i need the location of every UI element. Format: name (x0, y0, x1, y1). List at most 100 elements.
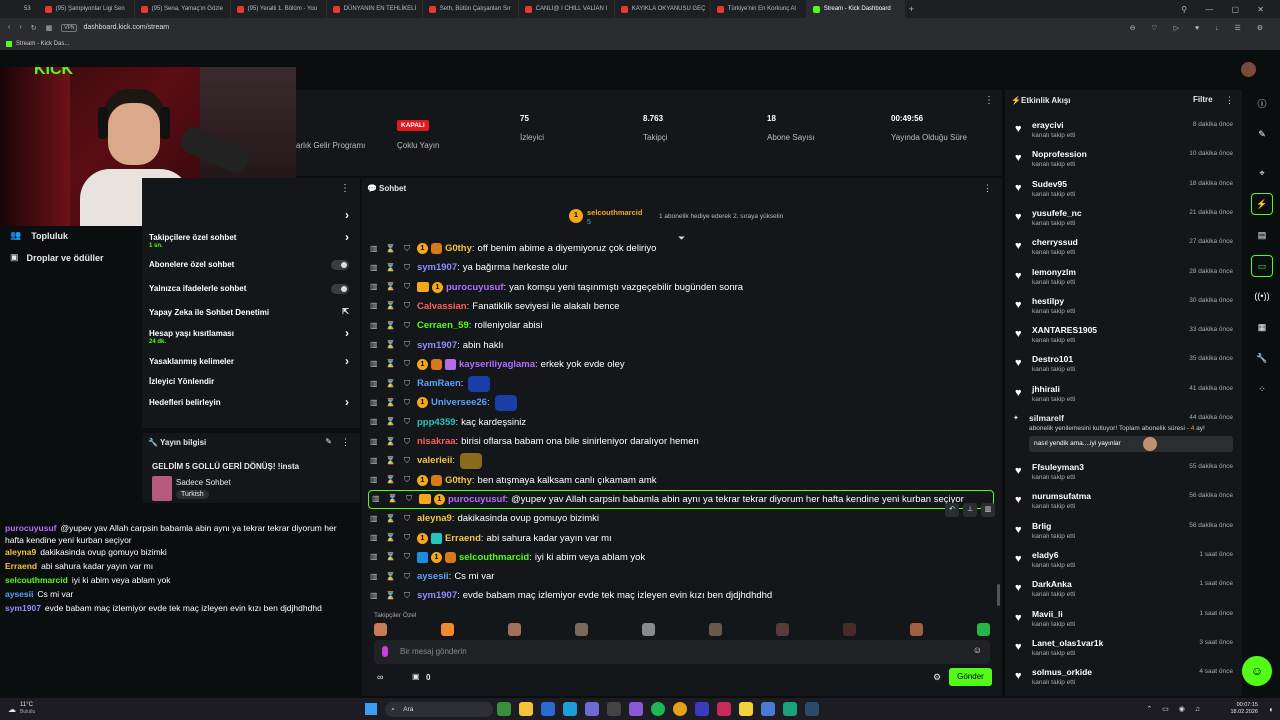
chat-username[interactable]: G0thy (445, 475, 472, 486)
chat-message[interactable]: ▥ ⌛ ⛉ sym1907: abin haklı (370, 336, 990, 355)
activity-item[interactable]: ♥ solmus_orkide kanalı takip etti 4 saat ön… (1013, 664, 1235, 693)
mod-action-icons[interactable]: ▥ ⌛ ⛉ (370, 572, 413, 582)
chat-username[interactable]: aleyna9 (417, 513, 452, 524)
reply-icon[interactable]: ↶ (945, 503, 959, 517)
activity-item[interactable]: ♥ Lanet_olas1var1k kanalı takip etti 3 saat… (1013, 635, 1235, 664)
layout-icon[interactable]: ▦ (1251, 316, 1273, 338)
viewer-avatar[interactable] (977, 623, 990, 636)
mod-action-icons[interactable]: ▥ ⌛ ⛉ (370, 456, 413, 466)
chat-username[interactable]: sym1907 (417, 590, 457, 601)
viewer-avatar[interactable] (374, 623, 387, 636)
broadcast-icon[interactable]: ((•)) (1251, 285, 1273, 307)
toggle-switch[interactable] (331, 260, 349, 270)
mod-action-icons[interactable]: ▥ ⌛ ⛉ (370, 514, 413, 524)
settings-row[interactable]: İzleyici Yönlendir (149, 377, 355, 386)
gift-icon[interactable]: ▣ (412, 672, 420, 681)
tab[interactable]: (95) Şampiyonlar Ligi Sen (39, 0, 135, 18)
chat-username[interactable]: RamRaen (417, 378, 461, 389)
tab[interactable]: CANLI@ I CHILL VALİAN I (519, 0, 615, 18)
chat-username[interactable]: Erraend (445, 533, 481, 544)
viewer-avatar[interactable] (508, 623, 521, 636)
pin-icon[interactable]: ⊥ (963, 503, 977, 517)
chat-username[interactable]: nisakraa (417, 436, 456, 447)
activity-item[interactable]: ♥ DarkAnka kanalı takip etti 1 saat önce (1013, 576, 1235, 605)
more-icon[interactable]: ⋮ (983, 183, 992, 194)
folder-icon[interactable] (519, 702, 534, 716)
app-icon[interactable] (739, 702, 754, 716)
start-icon[interactable] (365, 703, 378, 715)
viewer-avatar[interactable] (642, 623, 655, 636)
chat-username[interactable]: Universee26 (431, 397, 487, 408)
viewer-avatar[interactable] (843, 623, 856, 636)
chat-message[interactable]: ▥ ⌛ ⛉ Calvassian: Fanatiklik seviyesi ile … (370, 297, 990, 316)
chat-username[interactable]: sym1907 (417, 340, 457, 351)
settings-row[interactable]: Yalnızca ifadelerle sohbet (149, 284, 355, 294)
app-icon[interactable] (497, 702, 512, 716)
viewer-avatar[interactable] (709, 623, 722, 636)
avatar[interactable] (1241, 62, 1256, 77)
spotify-icon[interactable] (651, 702, 666, 716)
tab[interactable]: KAYIKLA OKYANUSU GEÇ (615, 0, 711, 18)
chat-icon[interactable]: ▭ (1251, 255, 1273, 277)
activity-item[interactable]: ♥ Mavii_li kanalı takip etti 1 saat önce (1013, 606, 1235, 635)
viewer-avatar[interactable] (441, 623, 454, 636)
chat-message[interactable]: ▥ ⌛ ⛉ 1 Universee26: (370, 393, 990, 412)
mod-action-icons[interactable]: ▥ ⌛ ⛉ (370, 398, 413, 408)
activity-item[interactable]: ♥ cherryssud kanalı takip etti 27 dakika ön… (1013, 234, 1235, 263)
chat-message[interactable]: ▥ ⌛ ⛉ 1 G0thy: off benim abime a diyemiyoru… (370, 239, 990, 258)
viewer-avatar[interactable] (910, 623, 923, 636)
pinned-user[interactable]: selcouthmarcid (587, 208, 642, 217)
mod-action-icons[interactable]: ▥ ⌛ ⛉ (370, 552, 413, 562)
nav-item-drops[interactable]: ▣ Droplar ve ödüller (10, 252, 104, 263)
more-icon[interactable]: ⋮ (984, 95, 994, 106)
chat-username[interactable]: Calvassian (417, 301, 467, 312)
new-tab-icon[interactable]: + (905, 4, 918, 14)
chat-message[interactable]: ▥ ⌛ ⛉ sym1907: evde babam maç izlemiyor ev… (370, 586, 990, 605)
activity-item[interactable]: ♥ Sudev95 kanalı takip etti 18 dakika önce (1013, 176, 1235, 205)
chat-username[interactable]: purocuyusuf (446, 282, 504, 293)
chat-message[interactable]: ▥ ⌛ ⛉ 1 purocuyusuf: @yupev yav Allah carps… (368, 489, 994, 509)
more-icon[interactable]: ⋮ (341, 437, 350, 448)
app-icon[interactable] (761, 702, 776, 716)
activity-item[interactable]: ♥ XANTARES1905 kanalı takip etti 33 dakika … (1013, 322, 1235, 351)
mod-action-icons[interactable]: ▥ ⌛ ⛉ (370, 533, 413, 543)
nav-item-community[interactable]: 👥 Topluluk (10, 230, 68, 241)
resub-user[interactable]: silmarelf (1029, 413, 1064, 423)
mod-action-icons[interactable]: ▥ ⌛ ⛉ (370, 379, 413, 389)
app-icon[interactable] (585, 702, 600, 716)
document-icon[interactable]: ▤ (1251, 224, 1273, 246)
chat-message[interactable]: ▥ ⌛ ⛉ 1 selcouthmarcid: iyi ki abim veya ab… (370, 548, 990, 567)
activity-item[interactable]: ♥ jhhirali kanalı takip etti 41 dakika önce (1013, 381, 1235, 410)
tab[interactable]: DÜNYANIN EN TEHLİKELİ (327, 0, 423, 18)
chat-username[interactable]: Cerraen_59 (417, 320, 469, 331)
settings-row[interactable]: Takipçilere özel sohbet 1 sn. › (149, 230, 355, 249)
tab[interactable]: (95) Yeralti 1. Bölüm - You (231, 0, 327, 18)
category-name[interactable]: Sadece Sohbet (176, 478, 231, 487)
chat-message[interactable]: ▥ ⌛ ⛉ Cerraen_59: rolleniyolar abisi (370, 316, 990, 335)
window-controls[interactable]: ⚲ — ▢ ✕ (1181, 5, 1272, 14)
mod-action-icons[interactable]: ▥ ⌛ ⛉ (370, 244, 413, 254)
pencil-icon[interactable]: ✎ (1251, 123, 1273, 145)
mod-action-icons[interactable]: ▥ ⌛ ⛉ (370, 301, 413, 311)
infinity-icon[interactable]: ∞ (377, 672, 383, 682)
forward-icon[interactable]: › (19, 24, 21, 31)
activity-item[interactable]: ♥ eraycivi kanalı takip etti 8 dakika önce (1013, 117, 1235, 146)
mod-action-icons[interactable]: ▥ ⌛ ⛉ (370, 263, 413, 273)
chat-username[interactable]: kayseriliyaglama (459, 359, 535, 370)
chat-message[interactable]: ▥ ⌛ ⛉ RamRaen: (370, 374, 990, 393)
settings-row[interactable]: Hedefleri belirleyin › (149, 395, 355, 409)
app-icon[interactable] (629, 702, 644, 716)
grid-icon[interactable]: ▦ (46, 24, 53, 32)
support-chat-button[interactable]: ☺ (1242, 656, 1272, 686)
chat-message[interactable]: ▥ ⌛ ⛉ 1 purocuyusuf: yan komşu yeni taşınmı… (370, 278, 990, 297)
more-icon[interactable]: ⋮ (1225, 95, 1234, 106)
chat-message[interactable]: ▥ ⌛ ⛉ sym1907: ya bağırma herkeste olur (370, 258, 990, 277)
tab[interactable]: (95) Sena, Yamaç'ın Gözle (135, 0, 231, 18)
chat-message[interactable]: ▥ ⌛ ⛉ 1 G0thy: ben atışmaya kalksam canlı ç… (370, 471, 990, 490)
chat-username[interactable]: valerieii (417, 455, 452, 466)
chat-message[interactable]: ▥ ⌛ ⛉ ppp4359: kaç kardeşsiniz (370, 413, 990, 432)
mod-action-icons[interactable]: ▥ ⌛ ⛉ (370, 417, 413, 427)
activity-item[interactable]: ♥ lemonyzlm kanalı takip etti 28 dakika önc… (1013, 264, 1235, 293)
tab-counter[interactable]: 53 (0, 6, 39, 12)
send-button[interactable]: Gönder (949, 668, 992, 686)
